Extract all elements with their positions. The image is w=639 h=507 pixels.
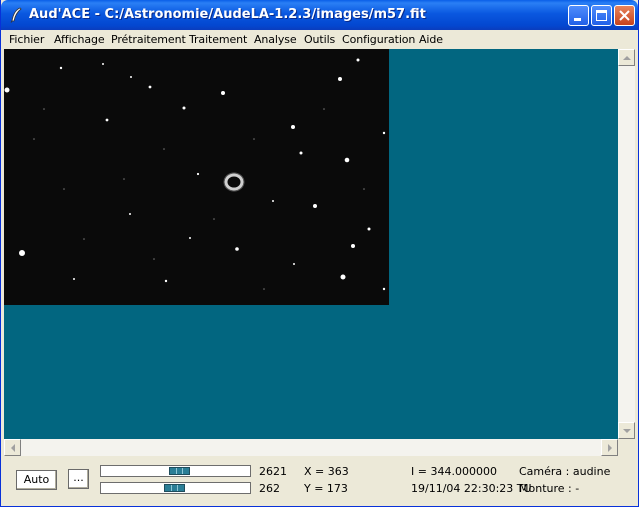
close-button[interactable] [614,5,635,26]
menu-bar: Fichier Affichage Prétraitement Traiteme… [2,30,637,49]
vertical-scrollbar[interactable] [618,49,635,439]
menu-outils[interactable]: Outils [304,33,335,46]
low-threshold-thumb[interactable] [164,484,185,492]
y-coordinate-readout: Y = 173 [304,482,348,495]
status-panel: Auto ... 2621 262 X = 363 Y = 173 I = 34… [4,457,635,504]
intensity-readout: I = 344.000000 [411,465,497,478]
scroll-right-button[interactable] [601,439,618,456]
application-window: Aud'ACE - C:/Astronomie/AudeLA-1.2.3/ima… [0,0,639,507]
high-threshold-value: 2621 [259,465,287,478]
menu-pretraitement[interactable]: Prétraitement [111,33,186,46]
scroll-up-button[interactable] [618,49,635,66]
maximize-icon [596,10,607,21]
x-coordinate-readout: X = 363 [304,465,349,478]
menu-affichage[interactable]: Affichage [54,33,105,46]
more-options-button[interactable]: ... [68,469,89,489]
image-canvas[interactable] [4,49,618,439]
arrow-up-icon [623,56,631,60]
high-threshold-thumb[interactable] [169,467,190,475]
camera-status: Caméra : audine [519,465,611,478]
close-icon [619,10,630,21]
menu-fichier[interactable]: Fichier [9,33,44,46]
mount-status: Monture : - [519,482,580,495]
menu-traitement[interactable]: Traitement [189,33,247,46]
low-threshold-value: 262 [259,482,280,495]
minimize-icon [574,18,581,21]
minimize-button[interactable] [568,5,589,26]
astronomy-image[interactable] [4,49,389,305]
menu-analyse[interactable]: Analyse [254,33,297,46]
datetime-readout: 19/11/04 22:30:23 TU [411,482,532,495]
arrow-down-icon [623,429,631,433]
scroll-left-button[interactable] [4,439,21,456]
low-threshold-slider[interactable] [100,482,251,494]
horizontal-scrollbar[interactable] [4,439,618,456]
window-title: Aud'ACE - C:/Astronomie/AudeLA-1.2.3/ima… [29,7,426,22]
title-bar[interactable]: Aud'ACE - C:/Astronomie/AudeLA-1.2.3/ima… [1,0,638,30]
arrow-left-icon [11,444,15,452]
star-field [4,49,389,305]
arrow-right-icon [608,444,612,452]
scroll-down-button[interactable] [618,422,635,439]
maximize-button[interactable] [591,5,612,26]
feather-icon[interactable] [9,7,23,23]
auto-button[interactable]: Auto [16,470,57,490]
high-threshold-slider[interactable] [100,465,251,477]
menu-aide[interactable]: Aide [419,33,443,46]
menu-configuration[interactable]: Configuration [342,33,415,46]
